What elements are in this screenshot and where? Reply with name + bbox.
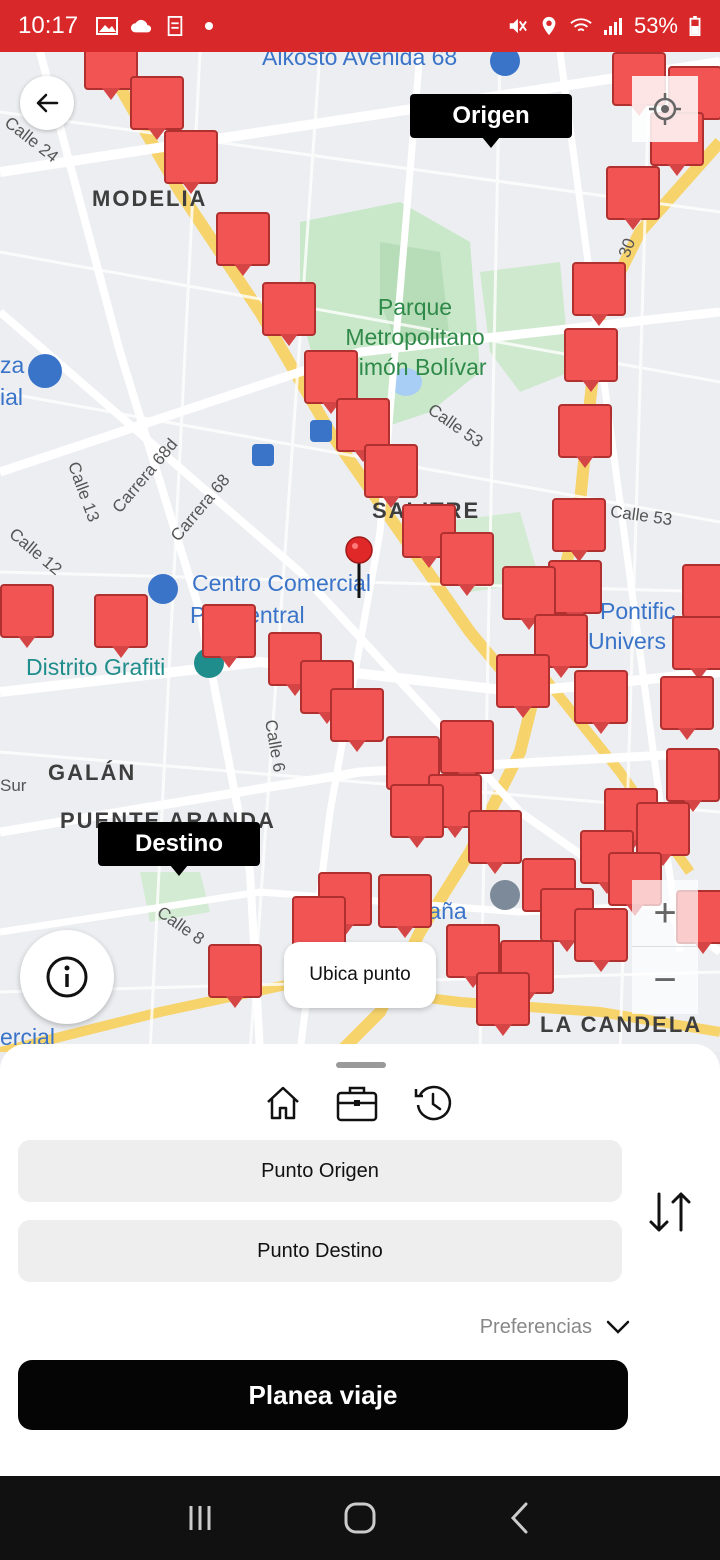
stop-marker[interactable] <box>262 282 316 346</box>
stop-marker[interactable] <box>216 212 270 276</box>
home-nav-button[interactable] <box>330 1488 390 1548</box>
plan-trip-button[interactable]: Planea viaje <box>18 1360 628 1430</box>
stop-marker[interactable] <box>660 676 714 740</box>
signal-icon <box>603 18 622 35</box>
stop-marker[interactable] <box>364 444 418 508</box>
label-pontificia-2: Univers <box>588 628 666 654</box>
system-nav-bar <box>0 1476 720 1560</box>
zoom-controls: + − <box>632 880 698 1014</box>
stop-marker[interactable] <box>548 560 602 624</box>
back-arrow-icon <box>36 93 59 113</box>
history-icon <box>414 1085 452 1121</box>
stop-marker[interactable] <box>552 498 606 562</box>
status-time: 10:17 <box>18 12 79 39</box>
status-left-icons <box>96 16 220 36</box>
stop-marker[interactable] <box>208 944 262 1008</box>
stop-marker[interactable] <box>304 350 358 414</box>
swap-arrows-icon <box>649 1192 691 1232</box>
status-right: 53% <box>506 13 702 39</box>
label-galan: GALÁN <box>48 760 137 785</box>
home-shortcut-button[interactable] <box>260 1080 306 1126</box>
info-button[interactable] <box>20 930 114 1024</box>
stop-marker[interactable] <box>666 748 720 812</box>
back-nav-button[interactable] <box>490 1488 550 1548</box>
zoom-in-button[interactable]: + <box>632 880 698 947</box>
label-alkosto: Alkosto Avenida 68 <box>262 52 458 70</box>
home-icon <box>267 1086 299 1120</box>
status-bar: 10:17 53% <box>0 0 720 52</box>
label-za: za <box>0 352 25 378</box>
doc-icon <box>167 16 183 36</box>
recents-icon <box>189 1506 211 1530</box>
stop-marker[interactable] <box>564 328 618 392</box>
stop-marker[interactable] <box>446 924 500 988</box>
home-nav-icon <box>344 1502 376 1534</box>
chevron-down-icon <box>606 1320 630 1334</box>
stop-marker[interactable] <box>682 564 720 628</box>
label-la-candelaria: LA CANDELA <box>540 1012 703 1037</box>
info-icon <box>46 956 88 998</box>
sheet-handle[interactable] <box>336 1062 386 1068</box>
stop-marker[interactable] <box>94 594 148 658</box>
stop-marker[interactable] <box>0 584 54 648</box>
wifi-icon <box>570 18 592 32</box>
stop-marker[interactable] <box>574 908 628 972</box>
back-nav-icon <box>510 1502 528 1534</box>
back-button[interactable] <box>20 76 74 130</box>
stop-marker[interactable] <box>440 720 494 784</box>
stop-marker[interactable] <box>572 262 626 326</box>
label-pontificia: Pontific <box>600 598 676 624</box>
crosshair-icon <box>649 93 681 125</box>
transit-marker-2[interactable] <box>252 444 274 466</box>
map-view[interactable]: MODELIA Parque Metropolitano Simón Bolív… <box>0 52 720 1052</box>
stop-marker[interactable] <box>390 784 444 848</box>
stop-marker[interactable] <box>130 76 184 140</box>
destination-field[interactable]: Punto Destino <box>18 1220 622 1282</box>
stop-marker[interactable] <box>606 166 660 230</box>
stop-marker[interactable] <box>502 566 556 630</box>
stop-marker[interactable] <box>558 404 612 468</box>
zoom-out-button[interactable]: − <box>632 947 698 1014</box>
destination-tag: Destino <box>98 822 260 876</box>
preferences-label: Preferencias <box>479 1315 592 1338</box>
stop-marker[interactable] <box>378 874 432 938</box>
transit-marker-1[interactable] <box>310 420 332 442</box>
ubica-punto-button[interactable]: Ubica punto <box>284 942 436 1008</box>
origin-field[interactable]: Punto Origen <box>18 1140 622 1202</box>
dropped-pin-icon[interactable] <box>344 536 374 600</box>
battery-icon <box>689 16 701 36</box>
battery-percent: 53% <box>633 13 678 38</box>
recents-button[interactable] <box>170 1488 230 1548</box>
stop-marker[interactable] <box>202 604 256 668</box>
stop-marker[interactable] <box>440 532 494 596</box>
origin-tag: Origen <box>410 94 572 148</box>
stop-marker[interactable] <box>672 616 720 680</box>
stop-marker[interactable] <box>164 130 218 194</box>
label-distrito: Distrito Grafiti <box>26 654 166 680</box>
mute-icon <box>509 18 527 34</box>
stop-marker[interactable] <box>574 670 628 734</box>
dot-icon <box>205 22 214 30</box>
label-sur: Sur <box>0 776 27 795</box>
work-shortcut-button[interactable] <box>334 1080 380 1126</box>
stop-marker[interactable] <box>468 810 522 874</box>
briefcase-icon <box>336 1086 378 1122</box>
cloud-icon <box>130 19 152 33</box>
gallery-icon <box>96 17 119 35</box>
location-icon <box>542 16 556 36</box>
place-marker-gray[interactable] <box>490 880 520 910</box>
shop-marker-2[interactable] <box>148 574 178 604</box>
stop-marker[interactable] <box>496 654 550 718</box>
swap-button[interactable] <box>642 1188 698 1236</box>
label-ial: ial <box>0 384 24 410</box>
stop-marker[interactable] <box>636 802 690 866</box>
trip-planner-sheet: Punto Origen Punto Destino Preferencias … <box>0 1044 720 1476</box>
shop-marker-1[interactable] <box>28 354 62 388</box>
stop-marker[interactable] <box>476 972 530 1036</box>
history-shortcut-button[interactable] <box>410 1080 456 1126</box>
preferences-toggle[interactable]: Preferencias <box>420 1312 630 1342</box>
my-location-button[interactable] <box>632 76 698 142</box>
stop-marker[interactable] <box>330 688 384 752</box>
